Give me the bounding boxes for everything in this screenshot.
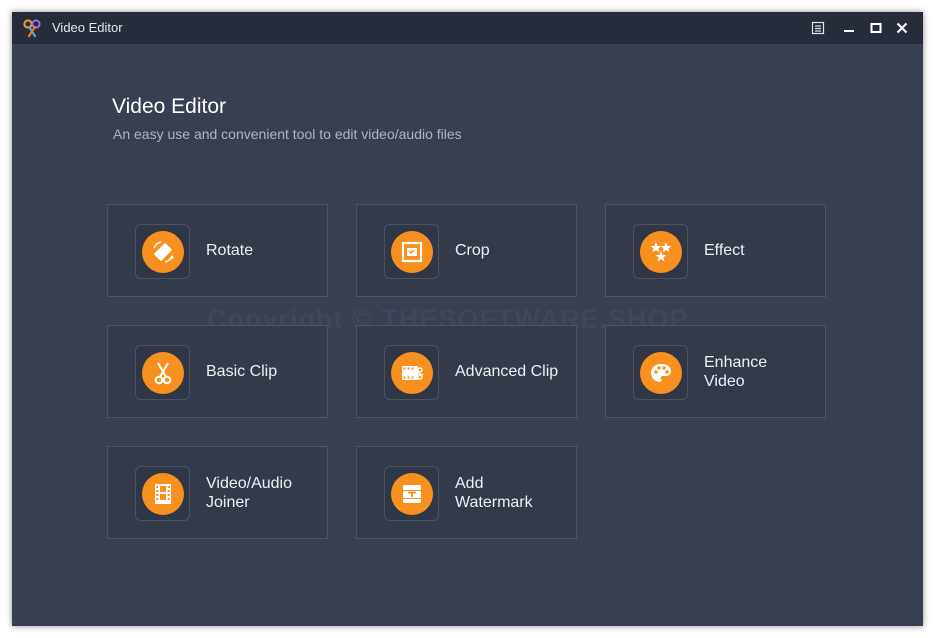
tool-label: Add Watermark — [455, 474, 533, 511]
tool-label: Basic Clip — [206, 363, 278, 380]
tool-icon-frame — [384, 345, 439, 400]
palette-icon — [650, 363, 671, 382]
scissors-icon — [154, 362, 171, 384]
film-strip-icon — [154, 483, 171, 504]
tool-advanced-clip-button[interactable]: Advanced Clip — [356, 325, 577, 418]
tool-icon-badge — [639, 230, 682, 273]
tool-icon-frame — [384, 466, 439, 521]
minimize-icon — [844, 30, 854, 32]
tool-icon-frame — [633, 224, 688, 279]
tool-enhance-video-button[interactable]: Enhance Video — [605, 325, 826, 418]
page-subtitle: An easy use and convenient tool to edit … — [113, 126, 462, 142]
tool-icon-badge — [141, 472, 184, 515]
tool-label: Enhance Video — [704, 353, 768, 390]
tool-icon-frame — [135, 345, 190, 400]
crop-icon — [401, 241, 422, 262]
tool-icon-frame — [135, 466, 190, 521]
maximize-button[interactable] — [864, 16, 888, 40]
tool-label: Effect — [704, 242, 745, 259]
tool-icon-badge — [141, 230, 184, 273]
maximize-icon — [870, 23, 882, 33]
window-title: Video Editor — [52, 20, 123, 35]
tool-add-watermark-button[interactable]: Add Watermark — [356, 446, 577, 539]
effect-stars-icon — [650, 241, 671, 261]
app-window: Video Editor Video Editor An easy use an… — [12, 12, 923, 626]
tool-icon-frame — [633, 345, 688, 400]
minimize-button[interactable] — [837, 16, 861, 40]
menu-button[interactable] — [806, 16, 830, 40]
page-title: Video Editor — [112, 95, 227, 118]
tool-effect-button[interactable]: Effect — [605, 204, 826, 297]
tool-basic-clip-button[interactable]: Basic Clip — [107, 325, 328, 418]
close-icon — [896, 22, 908, 34]
tool-icon-frame — [135, 224, 190, 279]
film-clip-icon — [401, 365, 423, 380]
tool-icon-badge — [390, 351, 433, 394]
tool-rotate-button[interactable]: Rotate — [107, 204, 328, 297]
tool-icon-badge — [390, 472, 433, 515]
tool-icon-badge — [390, 230, 433, 273]
tool-icon-badge — [141, 351, 184, 394]
tool-label: Rotate — [206, 242, 254, 259]
title-bar: Video Editor — [12, 12, 923, 44]
tool-icon-frame — [384, 224, 439, 279]
rotate-icon — [152, 240, 174, 263]
tool-crop-button[interactable]: Crop — [356, 204, 577, 297]
tool-video-audio-joiner-button[interactable]: Video/Audio Joiner — [107, 446, 328, 539]
tool-label: Video/Audio Joiner — [206, 474, 292, 511]
menu-list-icon — [811, 21, 825, 35]
tool-icon-badge — [639, 351, 682, 394]
close-button[interactable] — [890, 16, 914, 40]
watermark-stamp-icon — [402, 484, 421, 503]
tool-label: Advanced Clip — [455, 363, 559, 380]
tool-label: Crop — [455, 242, 490, 259]
app-logo-icon — [23, 19, 41, 38]
